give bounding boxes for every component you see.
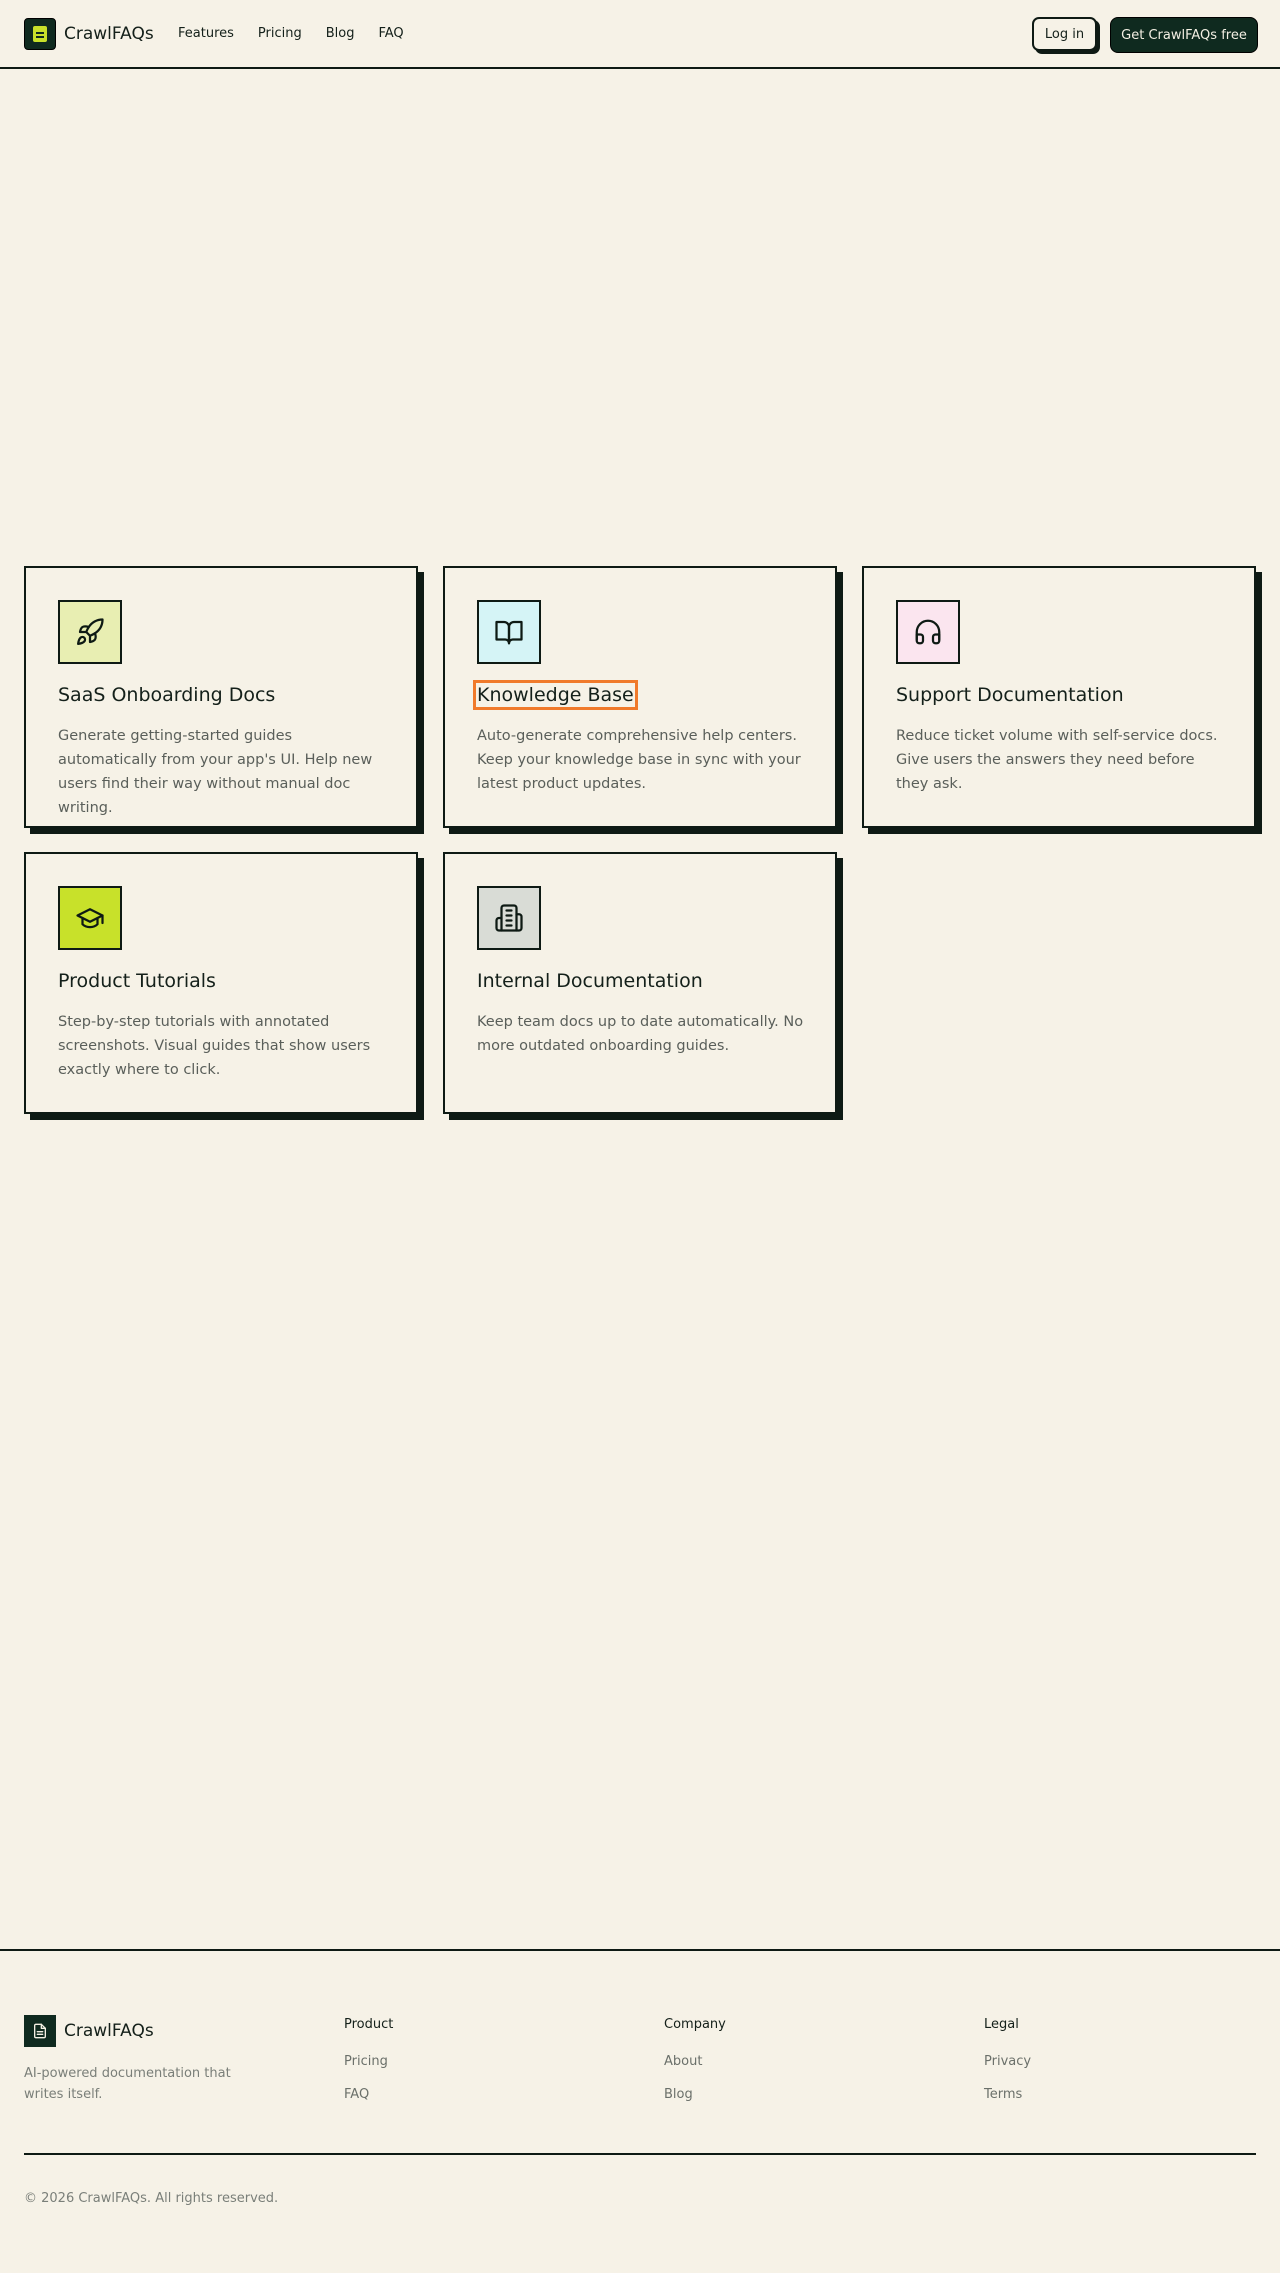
card-title: Internal Documentation bbox=[477, 970, 703, 992]
footer-column-product: Product Pricing FAQ bbox=[344, 2017, 393, 2120]
rocket-icon bbox=[58, 600, 122, 664]
card-title: Product Tutorials bbox=[58, 970, 216, 992]
building-icon bbox=[477, 886, 541, 950]
nav-features[interactable]: Features bbox=[178, 26, 234, 41]
card-description: Step-by-step tutorials with annotated sc… bbox=[58, 1014, 371, 1078]
footer-link-privacy[interactable]: Privacy bbox=[984, 2054, 1031, 2070]
footer-column-heading: Company bbox=[664, 2017, 726, 2032]
footer-link-terms[interactable]: Terms bbox=[984, 2087, 1031, 2103]
footer-top-border bbox=[0, 1949, 1280, 1951]
card-description: Reduce ticket volume with self-service d… bbox=[896, 728, 1218, 792]
headphones-icon bbox=[896, 600, 960, 664]
footer-divider bbox=[24, 2153, 1256, 2155]
copyright-text: © 2026 CrawlFAQs. All rights reserved. bbox=[24, 2191, 279, 2206]
footer-column-company: Company About Blog bbox=[664, 2017, 726, 2120]
book-open-icon bbox=[477, 600, 541, 664]
nav-blog[interactable]: Blog bbox=[326, 26, 355, 41]
card-description: Generate getting-started guides automati… bbox=[58, 728, 373, 816]
card-knowledge-base: Knowledge Base Auto-generate comprehensi… bbox=[443, 566, 837, 828]
footer-link-blog[interactable]: Blog bbox=[664, 2087, 726, 2103]
card-title: Support Documentation bbox=[896, 684, 1124, 706]
main-nav: Features Pricing Blog FAQ bbox=[178, 26, 428, 41]
footer-logo-icon[interactable] bbox=[24, 2015, 56, 2047]
get-started-button[interactable]: Get CrawlFAQs free bbox=[1110, 17, 1258, 53]
footer-tagline: AI-powered documentation that writes its… bbox=[24, 2066, 231, 2102]
card-internal-documentation: Internal Documentation Keep team docs up… bbox=[443, 852, 837, 1114]
logo-icon[interactable] bbox=[24, 18, 56, 50]
nav-faq[interactable]: FAQ bbox=[378, 26, 403, 41]
card-title: Knowledge Base bbox=[473, 680, 638, 710]
site-header: CrawlFAQs Features Pricing Blog FAQ Log … bbox=[0, 0, 1280, 69]
footer-column-heading: Legal bbox=[984, 2017, 1019, 2032]
footer-brand-name[interactable]: CrawlFAQs bbox=[64, 2021, 154, 2041]
card-product-tutorials: Product Tutorials Step-by-step tutorials… bbox=[24, 852, 418, 1114]
footer-link-pricing[interactable]: Pricing bbox=[344, 2054, 393, 2070]
card-title: SaaS Onboarding Docs bbox=[58, 684, 276, 706]
card-support-documentation: Support Documentation Reduce ticket volu… bbox=[862, 566, 1256, 828]
graduation-cap-icon bbox=[58, 886, 122, 950]
card-description: Keep team docs up to date automatically.… bbox=[477, 1014, 804, 1054]
nav-pricing[interactable]: Pricing bbox=[258, 26, 302, 41]
card-saas-onboarding: SaaS Onboarding Docs Generate getting-st… bbox=[24, 566, 418, 828]
footer-column-legal: Legal Privacy Terms bbox=[984, 2017, 1031, 2120]
footer-column-heading: Product bbox=[344, 2017, 394, 2032]
footer-link-faq[interactable]: FAQ bbox=[344, 2087, 393, 2103]
card-description: Auto-generate comprehensive help centers… bbox=[477, 728, 801, 792]
footer-link-about[interactable]: About bbox=[664, 2054, 726, 2070]
login-button[interactable]: Log in bbox=[1032, 17, 1097, 51]
brand-name[interactable]: CrawlFAQs bbox=[64, 24, 154, 44]
